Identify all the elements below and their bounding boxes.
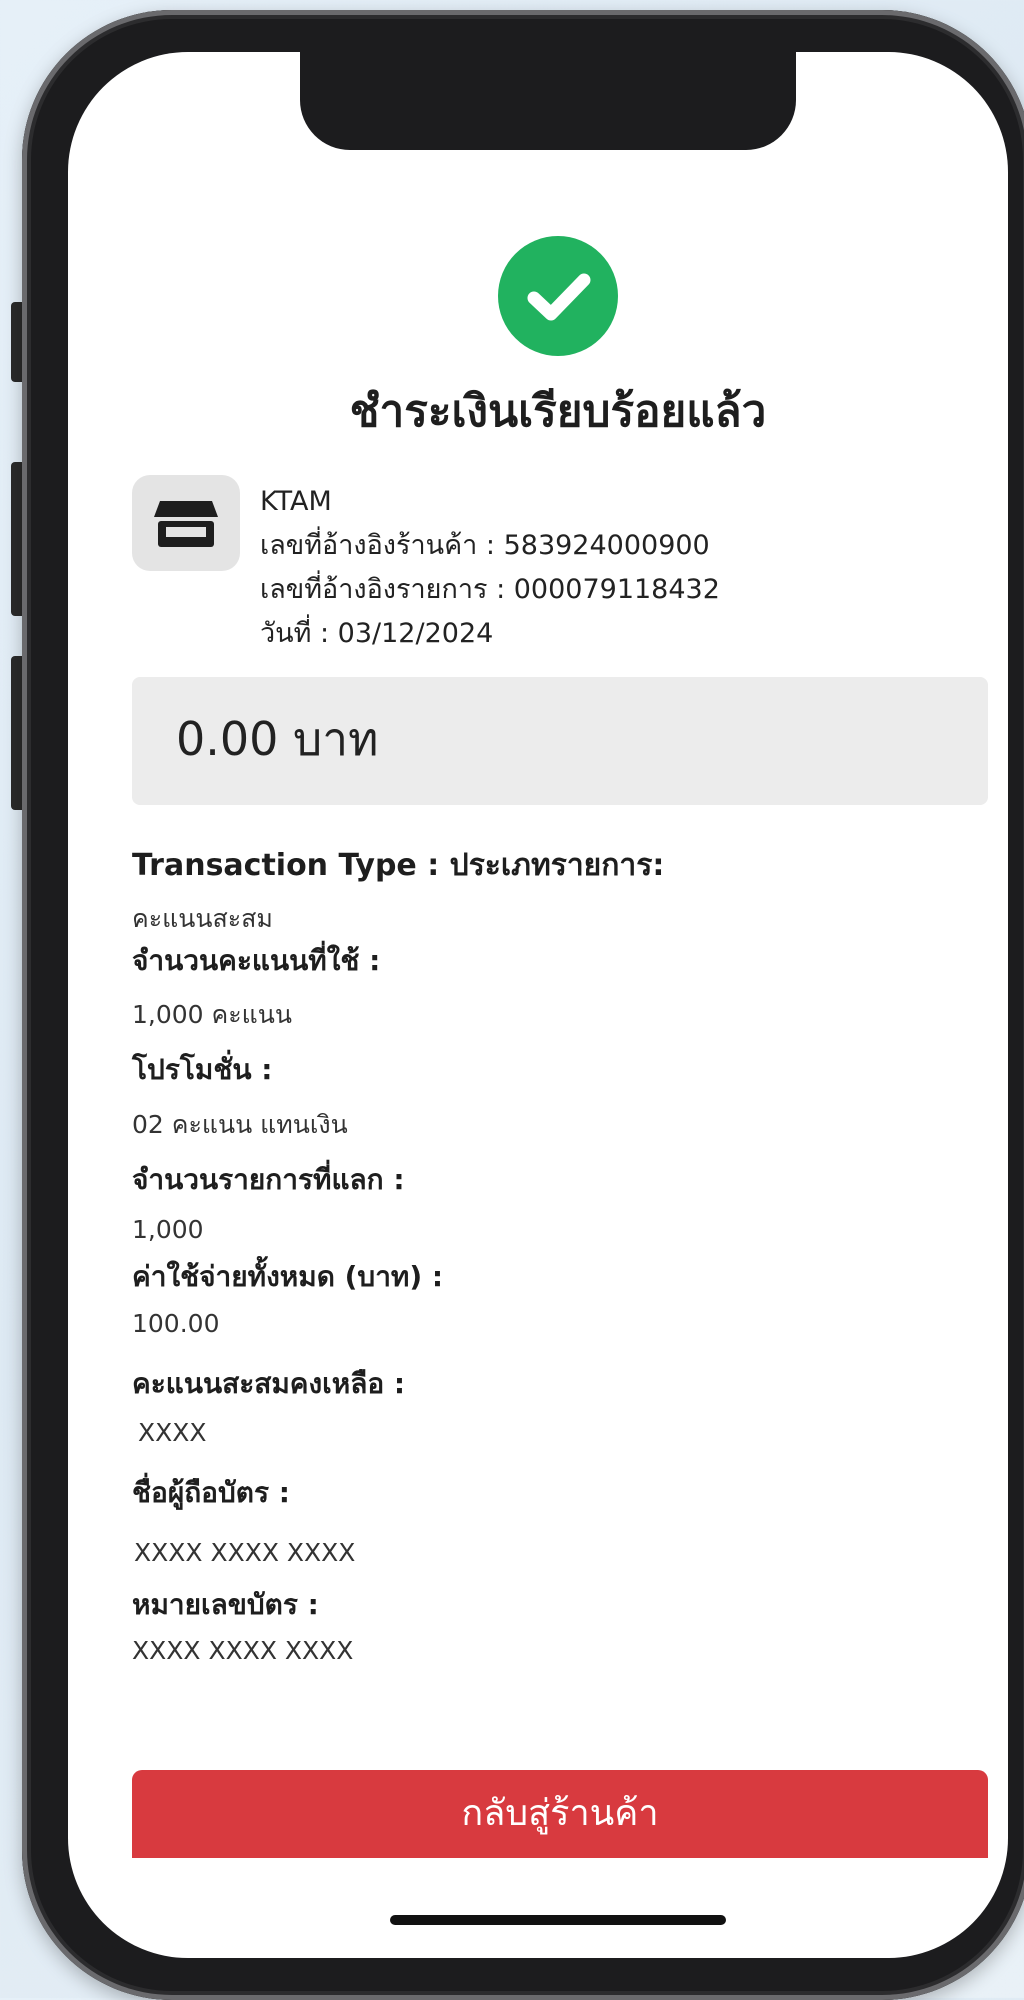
success-check-icon [498,236,618,356]
transaction-reference: เลขที่อ้างอิงรายการ : 000079118432 [260,574,720,605]
promotion-value: 02 คะแนน แทนเงิน [132,1110,348,1139]
total-cost-value: 100.00 [132,1309,220,1338]
transaction-type-label: Transaction Type : ประเภทรายการ: [132,848,665,883]
promotion-label: โปรโมชั่น : [132,1053,273,1086]
transaction-date: วันที่ : 03/12/2024 [260,618,494,649]
card-number-label: หมายเลขบัตร : [132,1588,319,1621]
points-used-label: จำนวนคะแนนที่ใช้ : [132,944,381,977]
success-title: ชำระเงินเรียบร้อยแล้ว [349,386,767,437]
merchant-info: KTAM เลขที่อ้างอิงร้านค้า : 583924000900… [260,480,720,656]
home-indicator[interactable] [390,1915,726,1925]
back-to-store-button[interactable]: กลับสู่ร้านค้า [132,1770,988,1858]
phone-frame: ชำระเงินเรียบร้อยแล้ว KTAM เลขที่อ้างอิง… [22,10,1024,2000]
notch [300,52,796,150]
total-cost-label: ค่าใช้จ่ายทั้งหมด (บาท) : [132,1260,444,1293]
merchant-name: KTAM [260,486,332,517]
merchant-reference: เลขที่อ้างอิงร้านค้า : 583924000900 [260,530,710,561]
amount-box: 0.00 บาท [132,677,988,805]
redeemed-count-value: 1,000 [132,1215,204,1244]
redeemed-count-label: จำนวนรายการที่แลก : [132,1163,405,1196]
points-balance-label: คะแนนสะสมคงเหลือ : [132,1367,406,1400]
phone-screen: ชำระเงินเรียบร้อยแล้ว KTAM เลขที่อ้างอิง… [68,52,1008,1958]
points-used-value: 1,000 คะแนน [132,1000,292,1029]
card-number-value: XXXX XXXX XXXX [132,1636,354,1665]
store-icon [132,475,240,571]
cardholder-name-value: XXXX XXXX XXXX [134,1538,356,1567]
cardholder-name-label: ชื่อผู้ถือบัตร : [132,1476,290,1509]
transaction-type-value: คะแนนสะสม [132,904,273,933]
amount-value: 0.00 บาท [176,712,379,766]
points-balance-value: XXXX [138,1418,207,1447]
